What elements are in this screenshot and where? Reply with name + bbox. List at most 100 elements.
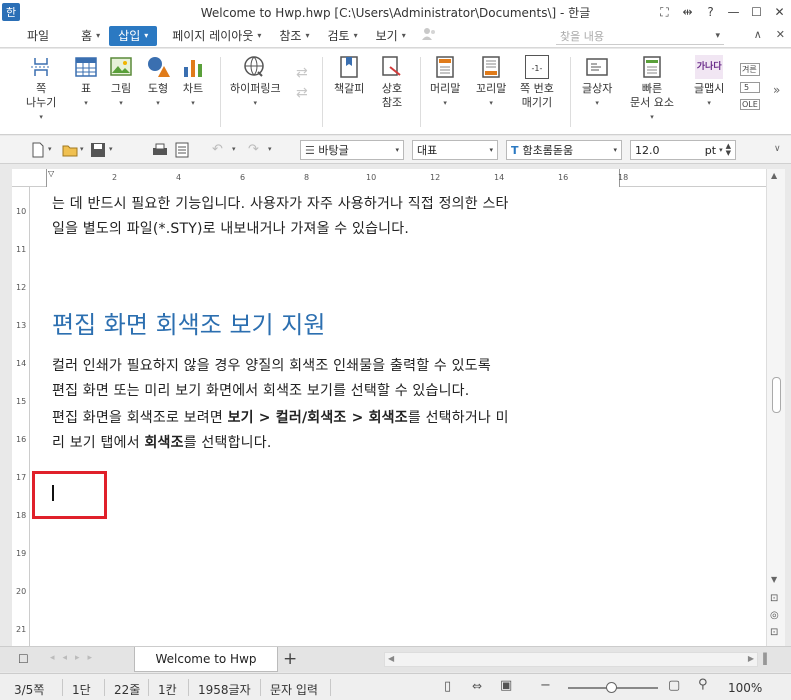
- ribbon-label: 글맵시: [694, 82, 725, 95]
- bookmark-button[interactable]: 책갈피: [334, 55, 364, 96]
- language-select[interactable]: 대표 ▾: [412, 140, 498, 160]
- full-page-icon[interactable]: ▣: [500, 678, 512, 693]
- menu-insert[interactable]: 삽입 ▾: [109, 25, 158, 46]
- chevron-down-icon[interactable]: ▾: [268, 145, 272, 153]
- close-doc-icon[interactable]: ✕: [776, 28, 785, 41]
- field-icon[interactable]: 5: [740, 82, 760, 93]
- close-button[interactable]: ✕: [768, 0, 791, 24]
- document-tab-bar: ☐ ◂◂▸▸ Welcome to Hwp + ◀ ▶ ‖: [0, 646, 791, 672]
- fit-width-icon[interactable]: ⇔: [472, 679, 482, 693]
- ruler-tick: 12: [430, 173, 441, 182]
- chart-button[interactable]: 차트 ▾: [181, 55, 205, 110]
- hyperlink-button[interactable]: 하이퍼링크 ▾: [230, 55, 281, 110]
- scroll-right-icon[interactable]: ▶: [748, 654, 754, 663]
- table-button[interactable]: 표 ▾: [74, 55, 98, 110]
- collapse-ribbon-icon[interactable]: ∧: [754, 28, 762, 41]
- cross-reference-button[interactable]: 상호 참조: [380, 55, 404, 110]
- spinner-icon[interactable]: ▲ ▼: [726, 143, 731, 157]
- status-input-mode[interactable]: 문자 입력: [270, 681, 318, 698]
- menu-file[interactable]: 파일: [18, 26, 58, 46]
- open-folder-icon[interactable]: [62, 142, 78, 158]
- resize-icon[interactable]: ⇹: [676, 0, 699, 24]
- maximize-button[interactable]: ☐: [745, 0, 768, 24]
- ole-icon[interactable]: OLE: [740, 99, 760, 110]
- tab-list-icon[interactable]: ☐: [18, 652, 29, 666]
- scroll-left-icon[interactable]: ◀: [388, 654, 394, 663]
- textbox-button[interactable]: 글상자 ▾: [582, 55, 612, 110]
- zoom-out-icon[interactable]: −: [540, 678, 551, 693]
- zoom-level[interactable]: 100%: [728, 681, 762, 695]
- menu-label: 파일: [27, 29, 50, 43]
- zoom-fit-icon[interactable]: ▢: [668, 678, 680, 693]
- status-page[interactable]: 3/5쪽: [14, 681, 44, 698]
- scroll-up-icon[interactable]: ▲: [771, 171, 777, 180]
- menu-view[interactable]: 보기 ▾: [367, 26, 415, 46]
- font-select[interactable]: T 함초롬돋움 ▾: [506, 140, 622, 160]
- bookmark-icon: [340, 56, 358, 78]
- chevron-down-icon: ▾: [96, 31, 101, 40]
- chevron-down-icon: ▾: [305, 31, 310, 40]
- chevron-down-icon[interactable]: ▾: [232, 145, 236, 153]
- new-document-icon[interactable]: [30, 142, 46, 158]
- scroll-down-icon[interactable]: ▼: [771, 575, 777, 584]
- chevron-down-icon: ▾: [489, 146, 493, 154]
- tab-welcome-to-hwp[interactable]: Welcome to Hwp: [134, 647, 278, 672]
- menu-references[interactable]: 참조 ▾: [270, 26, 318, 46]
- style-select[interactable]: ☰ 바탕글 ▾: [300, 140, 404, 160]
- page-down-icon[interactable]: ⊡: [770, 627, 778, 638]
- toolbar-expand-icon[interactable]: ∨: [774, 144, 781, 154]
- search-input[interactable]: 찾을 내용 ▾: [556, 27, 724, 45]
- magnifier-icon[interactable]: ⚲: [698, 677, 708, 692]
- vertical-scrollbar[interactable]: ▲ ▼ ⊡ ◎ ⊡: [766, 169, 785, 646]
- section-heading: 편집 화면 회색조 보기 지원: [52, 311, 326, 339]
- status-separator: [148, 679, 149, 696]
- menu-review[interactable]: 검토 ▾: [319, 26, 367, 46]
- preview-icon[interactable]: [174, 142, 190, 158]
- footer-button[interactable]: 꼬리말 ▾: [476, 55, 506, 110]
- ribbon-separator: [322, 57, 323, 127]
- document-page[interactable]: 는 데 반드시 필요한 기능입니다. 사용자가 자주 사용하거나 직접 정의한 …: [30, 187, 766, 646]
- add-tab-button[interactable]: +: [283, 649, 297, 669]
- print-icon[interactable]: [152, 142, 168, 158]
- help-person-icon[interactable]: [421, 27, 437, 44]
- page-number-button[interactable]: -1- 쪽 번호 매기기: [520, 55, 554, 110]
- menu-bar: 파일 홈 ▾ 삽입 ▾ 페이지 레이아웃 ▾ 참조 ▾ 검토 ▾ 보기 ▾ 찾을 내용 ▾ …: [0, 24, 791, 48]
- page-up-icon[interactable]: ⊡: [770, 593, 778, 604]
- save-icon[interactable]: [90, 142, 106, 158]
- shape-button[interactable]: 도형 ▾: [146, 55, 170, 110]
- page-break-button[interactable]: 쪽 나누기 ▾: [26, 55, 56, 124]
- style-value: 바탕글: [318, 144, 349, 157]
- font-size-select[interactable]: 12.0 pt ▾ ▲ ▼: [630, 140, 736, 160]
- horizontal-scrollbar[interactable]: ◀ ▶: [384, 652, 758, 667]
- chevron-down-icon[interactable]: ▾: [80, 145, 84, 153]
- ruler-tick: 21: [16, 625, 27, 634]
- browse-object-icon[interactable]: ◎: [770, 610, 779, 621]
- zoom-slider-knob[interactable]: [606, 682, 617, 693]
- menu-home[interactable]: 홈 ▾: [72, 26, 109, 46]
- page-view-icon[interactable]: ▯: [444, 679, 451, 694]
- menu-page-layout[interactable]: 페이지 레이아웃 ▾: [163, 26, 270, 46]
- menu-label: 검토: [327, 29, 350, 43]
- quick-parts-button[interactable]: 빠른 문서 요소 ▾: [630, 55, 674, 124]
- ribbon-expand-icon[interactable]: »: [773, 83, 780, 97]
- horizontal-ruler[interactable]: ▽ 2 4 6 8 10 12 14 16 18: [12, 169, 766, 187]
- wordart-button[interactable]: 가나다 글맵시 ▾: [694, 55, 724, 110]
- split-view-icon[interactable]: ‖: [762, 651, 768, 665]
- help-icon[interactable]: ?: [699, 0, 722, 24]
- caption-icon[interactable]: 겨른: [740, 63, 760, 76]
- scroll-thumb[interactable]: [772, 377, 781, 413]
- ruler-indent-marker[interactable]: ▽: [48, 169, 54, 178]
- chevron-down-icon[interactable]: ▾: [715, 31, 720, 41]
- chevron-down-icon[interactable]: ▾: [109, 145, 113, 153]
- redo-icon[interactable]: ↷: [248, 142, 259, 157]
- minimize-button[interactable]: —: [722, 0, 745, 24]
- vertical-ruler[interactable]: 10 11 12 13 14 15 16 17 18 19 20 21: [12, 187, 30, 646]
- fullscreen-icon[interactable]: ⛶: [653, 0, 676, 24]
- picture-button[interactable]: 그림 ▾: [109, 55, 133, 110]
- paragraph-line: 리 보기 탭에서 회색조를 선택합니다.: [52, 432, 271, 452]
- shape-icon: [148, 57, 170, 77]
- undo-icon[interactable]: ↶: [212, 142, 223, 157]
- tab-nav-arrows-icon[interactable]: ◂◂▸▸: [50, 653, 100, 663]
- header-button[interactable]: 머리말 ▾: [430, 55, 460, 110]
- chevron-down-icon[interactable]: ▾: [48, 145, 52, 153]
